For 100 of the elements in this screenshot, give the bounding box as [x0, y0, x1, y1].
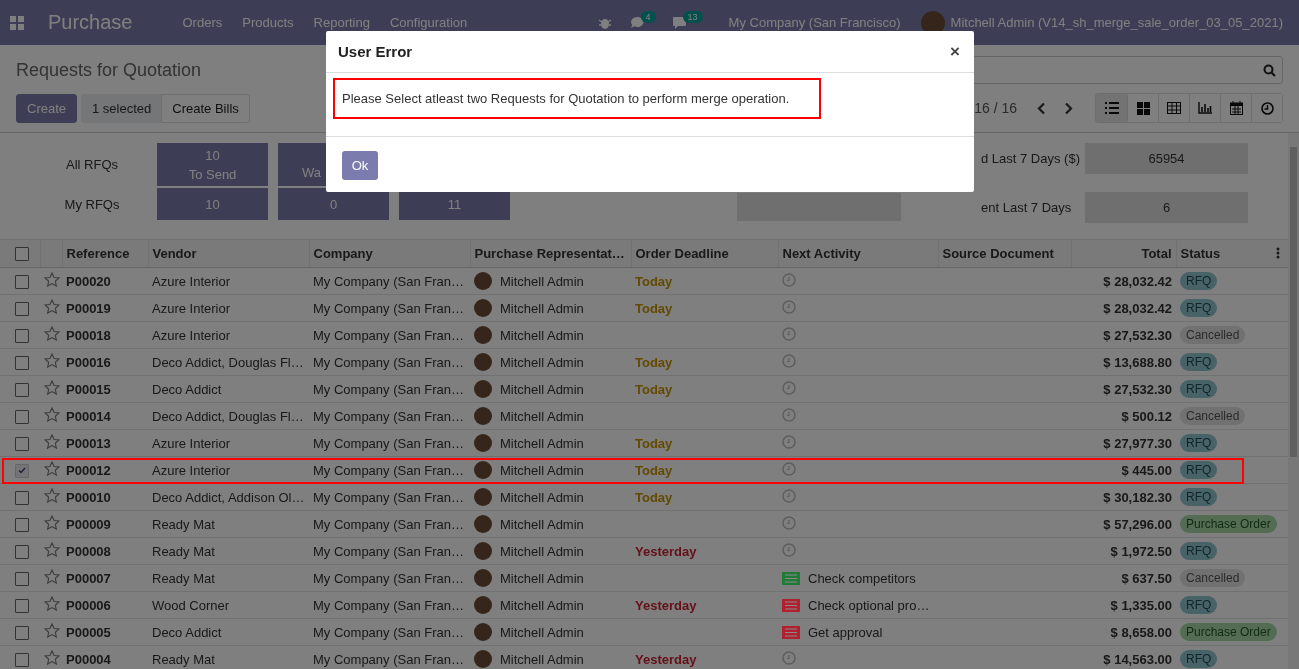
- star-icon[interactable]: [44, 380, 60, 395]
- grid-icon[interactable]: [1136, 101, 1150, 115]
- star-icon[interactable]: [44, 434, 60, 449]
- create-bills-button[interactable]: Create Bills: [161, 93, 250, 123]
- table-cell: My Company (San Fran…: [309, 402, 470, 430]
- star-icon[interactable]: [44, 623, 60, 638]
- star-icon[interactable]: [44, 461, 60, 476]
- pager-value[interactable]: 16 / 16: [974, 100, 1017, 116]
- table-cell: Mitchell Admin: [500, 381, 584, 397]
- chat-icon[interactable]: [629, 15, 645, 30]
- chat-bubble-icon[interactable]: [671, 15, 687, 30]
- row-checkbox[interactable]: [15, 355, 29, 370]
- close-button[interactable]: ×: [948, 41, 962, 62]
- row-checkbox[interactable]: [15, 625, 29, 640]
- star-icon[interactable]: [44, 569, 60, 584]
- menu-item[interactable]: Reporting: [313, 15, 370, 30]
- activity-icon[interactable]: [782, 571, 800, 585]
- table-cell: My Company (San Fran…: [309, 645, 470, 669]
- calendar-icon[interactable]: [1229, 101, 1243, 115]
- next-page-icon[interactable]: [1064, 101, 1073, 115]
- menu-item[interactable]: Products: [242, 15, 294, 30]
- row-checkbox[interactable]: [15, 382, 29, 397]
- activity-view-button[interactable]: [1251, 94, 1282, 122]
- menu-item[interactable]: Orders: [182, 15, 223, 30]
- menu-item[interactable]: Configuration: [389, 15, 468, 30]
- row-checkbox[interactable]: [15, 544, 29, 559]
- table-cell: Azure Interior: [148, 429, 309, 457]
- activity-icon[interactable]: [782, 598, 800, 612]
- star-icon[interactable]: [44, 407, 60, 422]
- scrollbar[interactable]: [1288, 133, 1299, 669]
- column-header[interactable]: Vendor: [148, 239, 309, 268]
- table-cell: Mitchell Admin: [500, 327, 584, 343]
- table-icon[interactable]: [1167, 102, 1181, 114]
- column-header[interactable]: Order Deadline: [631, 239, 778, 268]
- table-cell: $ 28,032.42: [1071, 267, 1176, 295]
- table-cell: Mitchell Admin: [500, 354, 584, 370]
- row-checkbox[interactable]: [15, 274, 29, 289]
- user-avatar: [474, 407, 492, 425]
- stat-label: ent Last 7 Days: [980, 199, 1073, 217]
- star-icon[interactable]: [44, 272, 60, 287]
- table-cell: $ 1,972.50: [1071, 537, 1176, 565]
- row-checkbox[interactable]: [15, 571, 29, 586]
- row-checkbox[interactable]: [15, 490, 29, 505]
- row-checkbox[interactable]: [15, 517, 29, 532]
- table-cell: Mitchell Admin: [500, 435, 584, 451]
- star-icon[interactable]: [44, 515, 60, 530]
- column-header[interactable]: Next Activity: [778, 239, 938, 268]
- row-checkbox[interactable]: [15, 328, 29, 343]
- star-icon[interactable]: [44, 650, 60, 665]
- deadline-text: Yesterday: [635, 651, 697, 667]
- list-view-button[interactable]: [1096, 94, 1127, 122]
- apps-grid-icon[interactable]: [10, 15, 24, 30]
- star-icon[interactable]: [44, 488, 60, 503]
- deadline-text: Today: [635, 462, 673, 478]
- activity-text: Get approval: [808, 624, 883, 640]
- deadline-text: Today: [635, 300, 673, 316]
- deadline-text: Yesterday: [635, 543, 697, 559]
- status-badge: RFQ: [1180, 353, 1218, 371]
- stat-tile[interactable]: 0: [278, 188, 389, 220]
- deadline-text: Today: [635, 273, 673, 289]
- activity-text: Check optional pro…: [808, 597, 930, 613]
- column-header[interactable]: Purchase Representat…: [470, 239, 631, 268]
- user-menu[interactable]: Mitchell Admin (V14_sh_merge_sale_order_03_05_2021): [950, 15, 1283, 30]
- column-header[interactable]: Source Document: [938, 239, 1071, 268]
- table-cell: Ready Mat: [148, 564, 309, 592]
- column-header[interactable]: Status: [1176, 239, 1288, 268]
- table-cell: Azure Interior: [148, 294, 309, 322]
- user-avatar: [474, 623, 492, 641]
- list-icon[interactable]: [1104, 102, 1119, 114]
- activity-icon[interactable]: [782, 625, 800, 639]
- row-checkbox[interactable]: [15, 652, 29, 667]
- previous-page-icon[interactable]: [1037, 101, 1046, 115]
- row-checkbox[interactable]: [15, 436, 29, 451]
- company-switcher[interactable]: My Company (San Francisco): [728, 15, 901, 30]
- search-icon[interactable]: [1263, 63, 1276, 77]
- table-cell: My Company (San Fran…: [309, 618, 470, 646]
- star-icon[interactable]: [44, 299, 60, 314]
- clock-icon[interactable]: [1260, 101, 1274, 115]
- row-checkbox[interactable]: [15, 301, 29, 316]
- table-cell: Mitchell Admin: [500, 408, 584, 424]
- ok-button[interactable]: Ok: [342, 151, 378, 180]
- star-icon[interactable]: [44, 353, 60, 368]
- column-header[interactable]: Reference: [62, 239, 148, 268]
- stat-tile[interactable]: 10 To Send: [157, 143, 268, 186]
- stat-tile[interactable]: 10: [157, 188, 268, 220]
- star-icon[interactable]: [44, 596, 60, 611]
- column-header[interactable]: Company: [309, 239, 470, 268]
- create-button[interactable]: Create: [16, 93, 78, 123]
- table-cell: My Company (San Fran…: [309, 429, 470, 457]
- star-icon[interactable]: [44, 542, 60, 557]
- table-cell: P00009: [62, 510, 148, 538]
- star-icon[interactable]: [44, 326, 60, 341]
- bar-chart-icon[interactable]: [1198, 102, 1212, 114]
- row-checkbox[interactable]: [15, 409, 29, 424]
- row-label: All RFQs: [65, 156, 119, 174]
- column-options-icon[interactable]: [1276, 247, 1280, 259]
- tile-label: Wa: [302, 164, 322, 182]
- row-checkbox[interactable]: [15, 598, 29, 613]
- select-all-checkbox[interactable]: [15, 247, 29, 262]
- column-header[interactable]: Total: [1071, 239, 1176, 268]
